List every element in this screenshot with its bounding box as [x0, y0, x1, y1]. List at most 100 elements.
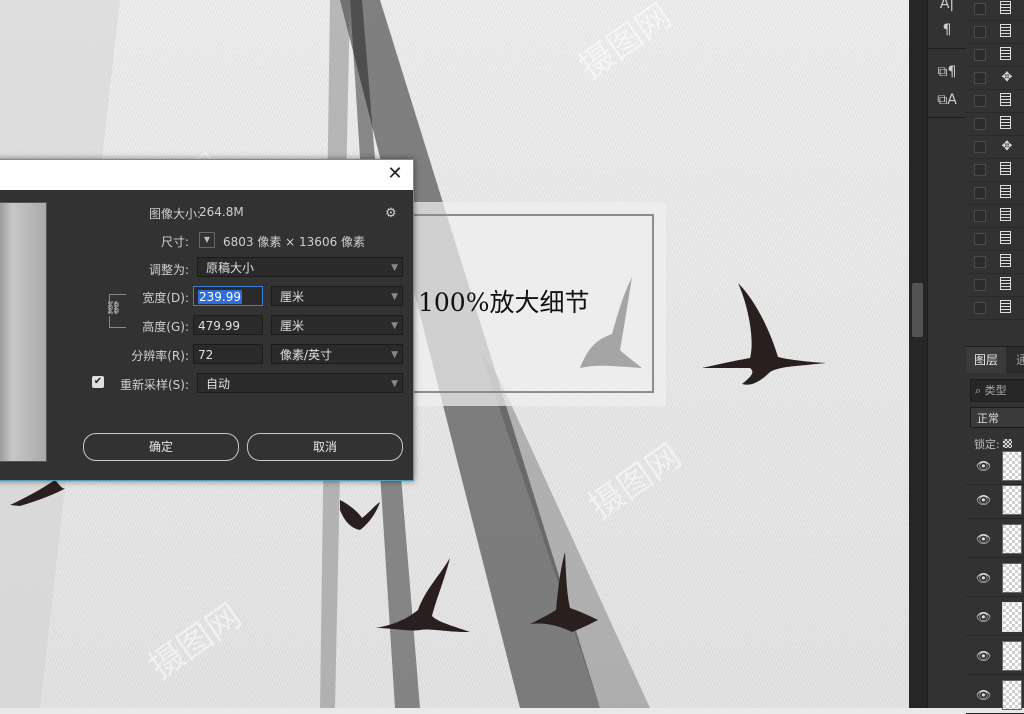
height-unit: 厘米 — [280, 319, 305, 333]
layer-row[interactable]: 👁 — [966, 636, 1024, 675]
bird — [340, 500, 380, 530]
visibility-eye-icon[interactable]: 👁 — [976, 688, 991, 702]
resample-value: 自动 — [206, 377, 231, 391]
action-row[interactable] — [966, 251, 1024, 274]
action-toggle-checkbox[interactable] — [974, 279, 986, 291]
chevron-down-icon[interactable]: ▼ — [199, 232, 215, 248]
visibility-eye-icon[interactable]: 👁 — [976, 532, 991, 546]
visibility-eye-icon[interactable]: 👁 — [976, 610, 991, 624]
document-icon — [1000, 116, 1014, 131]
filter-placeholder: 类型 — [984, 384, 1007, 397]
chevron-down-icon: ▼ — [391, 350, 398, 360]
document-icon — [1000, 254, 1014, 269]
resolution-field[interactable]: 72 — [193, 344, 263, 364]
cancel-button[interactable]: 取消 — [247, 433, 403, 461]
tab-channels[interactable]: 通 — [1016, 347, 1024, 373]
layer-row[interactable]: 👁 — [966, 480, 1024, 519]
document-icon — [1000, 93, 1011, 106]
action-toggle-checkbox[interactable] — [974, 118, 986, 130]
action-toggle-checkbox[interactable] — [974, 141, 986, 153]
document-icon — [1000, 300, 1014, 315]
action-row[interactable] — [966, 297, 1024, 320]
resample-select[interactable]: 自动 ▼ — [197, 373, 403, 393]
zoom-caption: 100%放大细节 — [418, 288, 590, 317]
action-row[interactable] — [966, 21, 1024, 44]
action-row[interactable] — [966, 228, 1024, 251]
width-unit-select[interactable]: 厘米 ▼ — [271, 286, 403, 306]
bird — [702, 283, 826, 385]
width-unit: 厘米 — [280, 290, 305, 304]
image-preview[interactable] — [0, 202, 47, 462]
fit-to-label: 调整为: — [148, 263, 189, 277]
layer-thumbnail — [1002, 485, 1022, 515]
height-label: 高度(G): — [142, 320, 189, 334]
scrollbar-thumb[interactable] — [912, 283, 923, 337]
height-unit-select[interactable]: 厘米 ▼ — [271, 315, 403, 335]
layer-thumbnail — [1002, 641, 1022, 671]
action-row[interactable] — [966, 0, 1024, 21]
chevron-down-icon: ▼ — [391, 263, 398, 273]
action-toggle-checkbox[interactable] — [974, 256, 986, 268]
action-toggle-checkbox[interactable] — [974, 3, 986, 15]
move-icon: ✥ — [1001, 70, 1013, 85]
fit-to-select[interactable]: 原稿大小 ▼ — [197, 257, 403, 277]
layer-thumbnail — [1002, 451, 1022, 481]
canvas-scrollbar[interactable] — [909, 0, 927, 708]
dialog-titlebar[interactable]: ✕ — [0, 160, 413, 190]
action-row[interactable] — [966, 90, 1024, 113]
action-toggle-checkbox[interactable] — [974, 210, 986, 222]
layer-row[interactable]: 👁 — [966, 597, 1024, 636]
layers-panel-header: 图层 通 — [966, 346, 1024, 373]
character-icon[interactable]: A| — [936, 0, 958, 14]
close-button[interactable]: ✕ — [385, 164, 405, 184]
svg-text:摄图网: 摄图网 — [572, 0, 678, 87]
action-toggle-checkbox[interactable] — [974, 49, 986, 61]
actions-layers-panel: ✥ ✥ 图层 通 ⌕ 类型 正常 锁定: 👁 👁 👁 👁 👁 👁 👁 — [966, 0, 1024, 714]
tab-layers[interactable]: 图层 — [966, 347, 1007, 373]
document-icon — [1000, 185, 1014, 200]
action-toggle-checkbox[interactable] — [974, 302, 986, 314]
ok-button[interactable]: 确定 — [83, 433, 239, 461]
layer-row[interactable]: 👁 — [966, 558, 1024, 597]
action-toggle-checkbox[interactable] — [974, 95, 986, 107]
action-row[interactable] — [966, 274, 1024, 297]
action-toggle-checkbox[interactable] — [974, 233, 986, 245]
document-icon — [1000, 116, 1011, 129]
action-toggle-checkbox[interactable] — [974, 164, 986, 176]
divider — [928, 48, 966, 49]
resolution-unit-select[interactable]: 像素/英寸 ▼ — [271, 344, 403, 364]
gear-icon[interactable]: ⚙ — [385, 206, 397, 221]
blend-mode-select[interactable]: 正常 — [970, 407, 1024, 428]
action-row[interactable]: ✥ — [966, 136, 1024, 159]
action-row[interactable] — [966, 182, 1024, 205]
action-row[interactable] — [966, 113, 1024, 136]
action-toggle-checkbox[interactable] — [974, 187, 986, 199]
visibility-eye-icon[interactable]: 👁 — [976, 459, 991, 473]
width-field[interactable]: 239.99 — [193, 286, 263, 306]
paragraph-icon[interactable]: ¶ — [936, 20, 958, 40]
action-row[interactable]: ✥ — [966, 67, 1024, 90]
action-row[interactable] — [966, 159, 1024, 182]
layer-filter-field[interactable]: ⌕ 类型 — [970, 379, 1024, 402]
character-style-icon[interactable]: ⧉A — [936, 90, 958, 110]
action-row[interactable] — [966, 205, 1024, 228]
document-icon — [1000, 208, 1014, 223]
resolution-unit: 像素/英寸 — [280, 348, 333, 362]
layer-row[interactable]: 👁 — [966, 675, 1024, 714]
width-value: 239.99 — [198, 290, 242, 304]
document-icon — [1000, 47, 1011, 60]
action-toggle-checkbox[interactable] — [974, 72, 986, 84]
svg-text:摄图网: 摄图网 — [142, 596, 248, 687]
visibility-eye-icon[interactable]: 👁 — [976, 493, 991, 507]
visibility-eye-icon[interactable]: 👁 — [976, 571, 991, 585]
document-icon — [1000, 185, 1011, 198]
action-row[interactable] — [966, 44, 1024, 67]
paragraph-style-icon[interactable]: ⧉¶ — [936, 62, 958, 82]
height-field[interactable]: 479.99 — [193, 315, 263, 335]
layer-row[interactable]: 👁 — [966, 519, 1024, 558]
action-toggle-checkbox[interactable] — [974, 26, 986, 38]
dimensions-label: 尺寸: — [160, 235, 189, 249]
width-label: 宽度(D): — [142, 291, 189, 305]
document-icon — [1000, 277, 1014, 292]
visibility-eye-icon[interactable]: 👁 — [976, 649, 991, 663]
